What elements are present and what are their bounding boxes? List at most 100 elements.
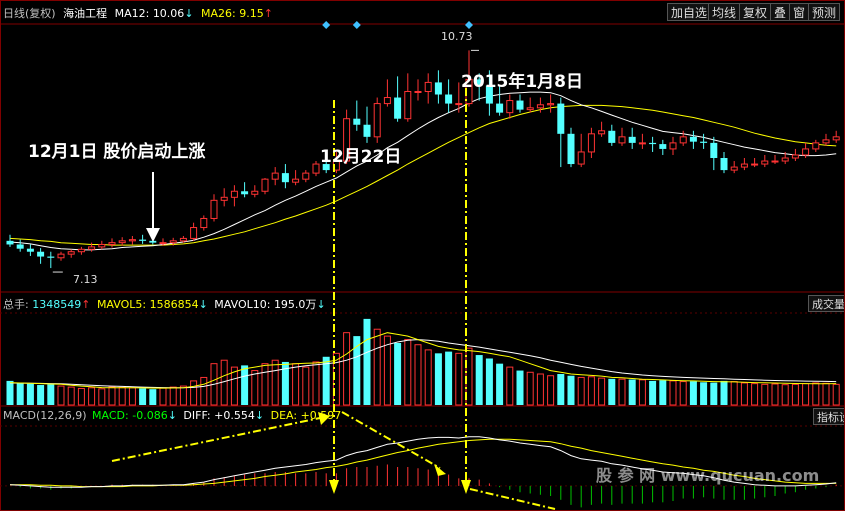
volume-bar — [373, 328, 381, 406]
start-arrow-head-icon — [146, 228, 160, 242]
candle — [139, 234, 147, 244]
candle — [608, 124, 616, 146]
volume-bar — [6, 380, 14, 405]
candle — [414, 79, 422, 101]
candle — [281, 164, 289, 189]
candle — [363, 106, 371, 143]
candle — [506, 94, 514, 119]
volume-bar — [496, 363, 504, 405]
volume-bar — [261, 363, 269, 406]
candle-body — [700, 141, 708, 143]
candle-body — [628, 136, 636, 143]
candle-body — [424, 81, 432, 92]
candle — [200, 215, 208, 231]
volume-bar — [618, 378, 626, 406]
candle-body — [536, 104, 544, 109]
candle — [67, 249, 75, 258]
candle — [822, 133, 830, 146]
outer-border — [0, 0, 845, 511]
candle — [98, 240, 106, 250]
candle — [761, 154, 769, 168]
candle-body — [679, 136, 687, 144]
candle-body — [16, 244, 24, 249]
chart-canvas — [0, 0, 845, 511]
candle-body — [373, 103, 381, 138]
second-falling-trend-line — [469, 488, 556, 510]
volume-bar — [740, 382, 748, 406]
candle — [751, 158, 759, 168]
volume-bar — [26, 383, 34, 405]
volume-bar — [383, 335, 391, 406]
dec22-arrow-head-icon — [329, 480, 339, 494]
volume-bar — [567, 375, 575, 405]
volume-bar — [149, 389, 157, 405]
candle-body — [128, 239, 136, 242]
candle-body — [118, 240, 126, 244]
volume-bar — [47, 384, 55, 405]
volume-bar — [251, 370, 259, 406]
candle-body — [577, 151, 585, 165]
candle — [730, 161, 738, 174]
candle-body — [496, 103, 504, 113]
volume-bar — [179, 385, 187, 406]
candle-body — [292, 178, 300, 183]
candle-body — [802, 148, 810, 156]
candle-body — [179, 237, 187, 242]
volume-bar — [669, 380, 677, 406]
volume-bar — [791, 383, 799, 406]
falling-trend-arrow-icon — [434, 464, 446, 476]
candle-body — [618, 136, 626, 144]
candle — [271, 167, 279, 186]
volume-bar — [659, 380, 667, 405]
volume-bar — [16, 382, 24, 405]
volume-bar — [108, 386, 116, 406]
volume-bar — [363, 318, 371, 405]
candle — [567, 127, 575, 168]
candle-body — [88, 246, 96, 250]
volume-bar — [37, 385, 45, 405]
candle-body — [669, 142, 677, 150]
candle-body — [220, 196, 228, 201]
volume-bar — [128, 387, 136, 406]
candle-body — [281, 173, 289, 183]
volume-bar — [822, 382, 830, 406]
candle — [791, 148, 799, 162]
candle-body — [67, 251, 75, 255]
candle — [230, 185, 238, 207]
candle — [587, 127, 595, 158]
candle-body — [516, 100, 524, 110]
volume-bar — [414, 344, 422, 406]
candle-body — [312, 163, 320, 174]
candle-body — [251, 190, 259, 195]
candle-body — [740, 163, 748, 168]
candle — [557, 97, 565, 168]
volume-bar — [475, 355, 483, 405]
volume-bar — [547, 375, 555, 406]
volume-bar — [536, 373, 544, 406]
candle-body — [271, 172, 279, 180]
candle-body — [261, 178, 269, 192]
volume-bar — [802, 383, 810, 406]
candle — [394, 76, 402, 122]
candle — [37, 248, 45, 264]
candle — [526, 97, 534, 113]
candle-body — [720, 158, 728, 171]
candle-body — [159, 242, 167, 245]
falling-trend-line — [341, 411, 441, 469]
candle-body — [822, 139, 830, 144]
signal-diamond-icon — [352, 21, 361, 29]
candle-body — [6, 240, 14, 245]
volume-bar — [434, 353, 442, 405]
volume-bar — [241, 365, 249, 405]
volume-bar — [598, 377, 606, 406]
candle-body — [230, 190, 238, 198]
volume-bar — [485, 358, 493, 405]
volume-bar — [577, 376, 585, 406]
candle — [118, 237, 126, 246]
candle — [445, 79, 453, 113]
candle — [383, 79, 391, 107]
candle-body — [608, 130, 616, 143]
volume-bar — [394, 343, 402, 405]
volume-bar — [516, 370, 524, 405]
signal-diamond-icon — [465, 21, 473, 29]
